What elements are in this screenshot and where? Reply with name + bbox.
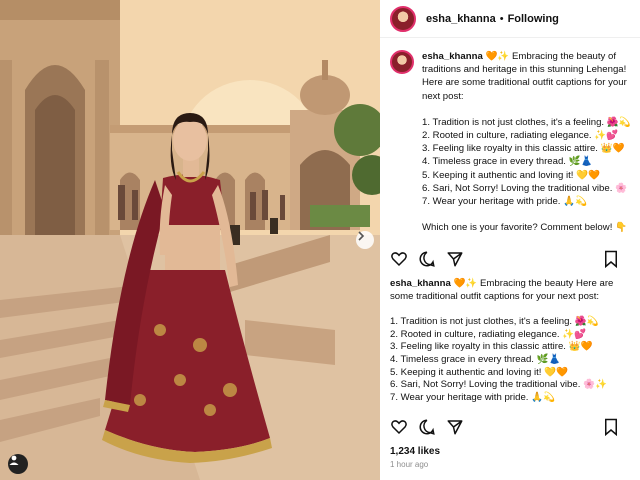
caption-item: 3. Feeling like royalty in this classic … <box>422 143 625 155</box>
action-bar-top <box>380 246 640 272</box>
caption2-item: 3. Feeling like royalty in this classic … <box>390 341 593 353</box>
comment-icon[interactable] <box>418 418 436 436</box>
bookmark-icon[interactable] <box>602 250 620 268</box>
caption2-username[interactable]: esha_khanna <box>390 278 451 289</box>
header-separator: • <box>499 12 504 25</box>
caption-item: 1. Tradition is not just clothes, it's a… <box>422 116 631 128</box>
caption2-item: 5. Keeping it authentic and loving it! 💛… <box>390 366 569 378</box>
send-icon[interactable] <box>446 250 464 268</box>
bookmark-icon[interactable] <box>602 418 620 437</box>
avatar[interactable] <box>390 5 416 32</box>
heart-icon[interactable] <box>390 250 408 268</box>
comment-icon[interactable] <box>418 250 436 268</box>
caption-question: Which one is your favorite? Comment belo… <box>422 222 627 234</box>
caption-item: 6. Sari, Not Sorry! Loving the tradition… <box>422 182 627 194</box>
header-username[interactable]: esha_khanna <box>426 13 496 25</box>
caption2-intro-line: esha_khanna 🧡✨ Embracing the beauty Here… <box>390 278 630 303</box>
user-tag-icon[interactable] <box>8 454 28 474</box>
caption-second: esha_khanna 🧡✨ Embracing the beauty Here… <box>380 278 640 404</box>
caption2-item: 2. Rooted in culture, radiating elegance… <box>390 328 587 340</box>
post-photo-illustration <box>0 0 380 480</box>
following-button[interactable]: Following <box>508 13 559 25</box>
heart-icon[interactable] <box>390 418 408 436</box>
post-image[interactable] <box>0 0 380 480</box>
action-bar-bottom <box>380 414 640 440</box>
caption2-item: 1. Tradition is not just clothes, it's a… <box>390 316 599 328</box>
caption2-item: 6. Sari, Not Sorry! Loving the tradition… <box>390 379 607 391</box>
caption-item: 7. Wear your heritage with pride. 🙏💫 <box>422 196 588 208</box>
caption-item: 5. Keeping it authentic and loving it! 💛… <box>422 169 601 181</box>
caption-item: 4. Timeless grace in every thread. 🌿👗 <box>422 156 593 168</box>
post-header: esha_khanna • Following <box>380 0 640 38</box>
caption-avatar[interactable] <box>390 50 414 74</box>
like-count[interactable]: 1,234 likes <box>380 446 640 457</box>
caption-intro-line: esha_khanna 🧡✨ Embracing the beauty of t… <box>422 50 632 103</box>
caption-username[interactable]: esha_khanna <box>422 51 483 62</box>
chevron-right-icon[interactable] <box>356 231 374 249</box>
send-icon[interactable] <box>446 418 464 436</box>
caption-block: esha_khanna 🧡✨ Embracing the beauty of t… <box>380 38 640 238</box>
caption-text: esha_khanna 🧡✨ Embracing the beauty of t… <box>422 50 632 238</box>
post-timestamp: 1 hour ago <box>390 460 429 470</box>
post-panel: esha_khanna • Following esha_khanna 🧡✨ E… <box>380 0 640 480</box>
caption2-item: 4. Timeless grace in every thread. 🌿👗 <box>390 353 561 365</box>
caption-item: 2. Rooted in culture, radiating elegance… <box>422 130 619 142</box>
caption2-item: 7. Wear your heritage with pride. 🙏💫 <box>390 391 556 403</box>
